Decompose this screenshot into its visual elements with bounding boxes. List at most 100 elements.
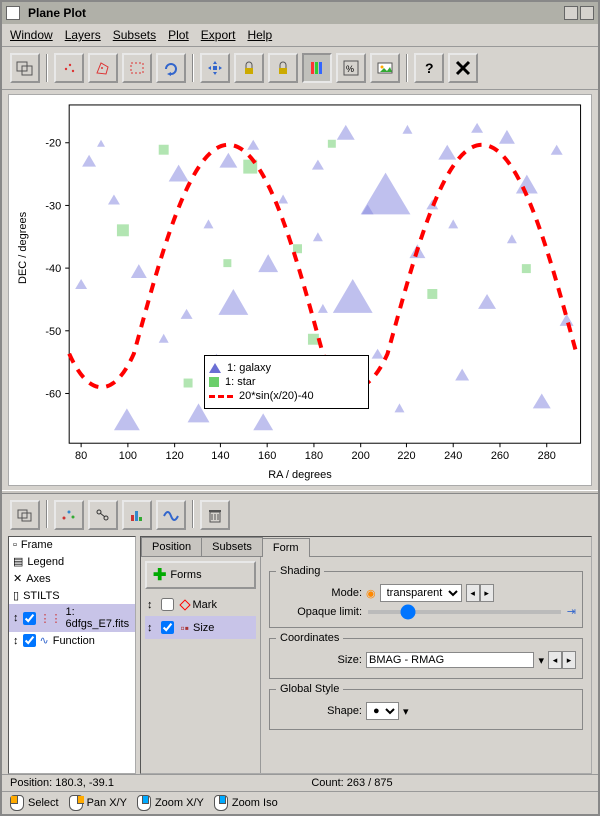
svg-text:-30: -30: [45, 200, 61, 212]
tree-item-legend[interactable]: ▤Legend: [9, 553, 135, 570]
size-label: Size:: [276, 654, 362, 666]
subset-blob-icon[interactable]: [54, 53, 84, 83]
layer1-visible-checkbox[interactable]: [23, 612, 36, 625]
svg-text:160: 160: [258, 450, 276, 462]
svg-text:100: 100: [119, 450, 137, 462]
minimize-button[interactable]: [564, 6, 578, 20]
legend-swatch-star-icon: [209, 377, 219, 387]
menu-export[interactable]: Export: [201, 28, 236, 42]
svg-text:180: 180: [305, 450, 323, 462]
menu-layers[interactable]: Layers: [65, 28, 101, 42]
status-bar: Position: 180.3, -39.1 Count: 263 / 875: [2, 774, 598, 791]
settings-tabs: Position Subsets Form: [141, 537, 591, 557]
opaque-limit-slider[interactable]: [368, 610, 561, 614]
mode-zoom-iso[interactable]: Zoom Iso: [214, 795, 278, 811]
mouse-right-icon: [69, 795, 83, 811]
svg-text:120: 120: [166, 450, 184, 462]
tab-form[interactable]: Form: [262, 538, 310, 557]
opaque-reset-icon[interactable]: ⇥: [567, 605, 576, 618]
size-spin[interactable]: ◂▸: [548, 651, 576, 669]
mode-select[interactable]: Select: [10, 795, 59, 811]
tree-item-frame[interactable]: ▫Frame: [9, 537, 135, 553]
form-mark-checkbox[interactable]: [161, 598, 174, 611]
svg-text:260: 260: [491, 450, 509, 462]
menu-help[interactable]: Help: [247, 28, 272, 42]
svg-text:?: ?: [425, 60, 434, 76]
coordinates-group: Coordinates Size: ▾ ◂▸: [269, 632, 583, 679]
svg-text:-40: -40: [45, 263, 61, 275]
shape-dropdown-icon[interactable]: ▾: [403, 705, 409, 718]
system-menu-icon[interactable]: [6, 6, 20, 20]
lock-x-icon[interactable]: [268, 53, 298, 83]
shading-mode-select[interactable]: transparent: [380, 584, 462, 602]
layer-toolbar: [8, 498, 592, 536]
grid-percent-icon[interactable]: %: [336, 53, 366, 83]
form-item-mark[interactable]: ↕Mark: [145, 593, 256, 616]
svg-text:-50: -50: [45, 326, 61, 338]
new-window-icon[interactable]: [10, 53, 40, 83]
export-image-icon[interactable]: [370, 53, 400, 83]
status-count: Count: 263 / 875: [311, 777, 392, 789]
menu-window[interactable]: Window: [10, 28, 53, 42]
delete-layer-icon[interactable]: [200, 500, 230, 530]
menubar: Window Layers Subsets Plot Export Help: [2, 24, 598, 47]
lock-y-icon[interactable]: [234, 53, 264, 83]
svg-text:-60: -60: [45, 388, 61, 400]
mode-zoom-xy[interactable]: Zoom X/Y: [137, 795, 204, 811]
help-icon[interactable]: ?: [414, 53, 444, 83]
svg-text:%: %: [346, 64, 354, 74]
add-histogram-icon[interactable]: [122, 500, 152, 530]
subset-rect-icon[interactable]: [122, 53, 152, 83]
legend-swatch-function-icon: [209, 395, 233, 398]
y-axis-label: DEC / degrees: [17, 212, 29, 284]
main-toolbar: % ?: [2, 47, 598, 90]
menu-subsets[interactable]: Subsets: [113, 28, 156, 42]
legend-label-star: 1: star: [225, 376, 256, 388]
function-visible-checkbox[interactable]: [23, 634, 36, 647]
maximize-button[interactable]: [580, 6, 594, 20]
mouse-wheel2-icon: [214, 795, 228, 811]
control-panel: ▫Frame ▤Legend ✕Axes ▯STILTS ↕⋮⋮1: 6dfgs…: [2, 494, 598, 774]
x-axis-label: RA / degrees: [268, 469, 332, 481]
tab-position[interactable]: Position: [141, 537, 202, 556]
layer-tree[interactable]: ▫Frame ▤Legend ✕Axes ▯STILTS ↕⋮⋮1: 6dfgs…: [8, 536, 136, 774]
plot-canvas[interactable]: -20 -30 -40 -50 -60 80 100 120 140 160 1…: [8, 94, 592, 486]
plot-svg: -20 -30 -40 -50 -60 80 100 120 140 160 1…: [9, 95, 591, 485]
mode-pan[interactable]: Pan X/Y: [69, 795, 127, 811]
shape-select[interactable]: ●: [366, 702, 399, 720]
svg-text:80: 80: [75, 450, 87, 462]
tree-item-function[interactable]: ↕∿Function: [9, 632, 135, 649]
add-pair-icon[interactable]: [88, 500, 118, 530]
shape-label: Shape:: [276, 705, 362, 717]
form-size-checkbox[interactable]: [161, 621, 174, 634]
menu-plot[interactable]: Plot: [168, 28, 189, 42]
mouse-left-icon: [10, 795, 24, 811]
shading-group: Shading Mode: ◉ transparent ◂▸ Opaque li…: [269, 565, 583, 628]
form-item-size[interactable]: ↕▫▪Size: [145, 616, 256, 639]
tree-item-axes[interactable]: ✕Axes: [9, 570, 135, 587]
form-settings: Shading Mode: ◉ transparent ◂▸ Opaque li…: [261, 557, 591, 773]
redo-icon[interactable]: [156, 53, 186, 83]
close-icon[interactable]: [448, 53, 478, 83]
svg-text:200: 200: [352, 450, 370, 462]
tree-item-dataset-1[interactable]: ↕⋮⋮1: 6dfgs_E7.fits: [9, 604, 135, 632]
plot-legend: 1: galaxy 1: star 20*sin(x/20)-40: [204, 355, 369, 409]
pan-icon[interactable]: [200, 53, 230, 83]
tab-subsets[interactable]: Subsets: [201, 537, 263, 556]
shading-mode-spin[interactable]: ◂▸: [466, 584, 494, 602]
add-function-icon[interactable]: [156, 500, 186, 530]
add-scatter-icon[interactable]: [54, 500, 84, 530]
legend-label-galaxy: 1: galaxy: [227, 362, 271, 374]
window-title: Plane Plot: [28, 6, 562, 20]
svg-text:220: 220: [397, 450, 415, 462]
add-form-button[interactable]: ✚Forms: [145, 561, 256, 589]
aux-color-icon[interactable]: [302, 53, 332, 83]
size-dropdown-icon[interactable]: ▾: [538, 654, 544, 667]
subset-poly-icon[interactable]: [88, 53, 118, 83]
tree-item-stilts[interactable]: ▯STILTS: [9, 587, 135, 604]
add-frame-icon[interactable]: [10, 500, 40, 530]
legend-swatch-galaxy-icon: [209, 363, 221, 373]
opaque-limit-label: Opaque limit:: [276, 606, 362, 618]
layer-settings-pane: Position Subsets Form ✚Forms ↕Mark ↕▫▪Si…: [140, 536, 592, 774]
size-field[interactable]: [366, 652, 534, 668]
